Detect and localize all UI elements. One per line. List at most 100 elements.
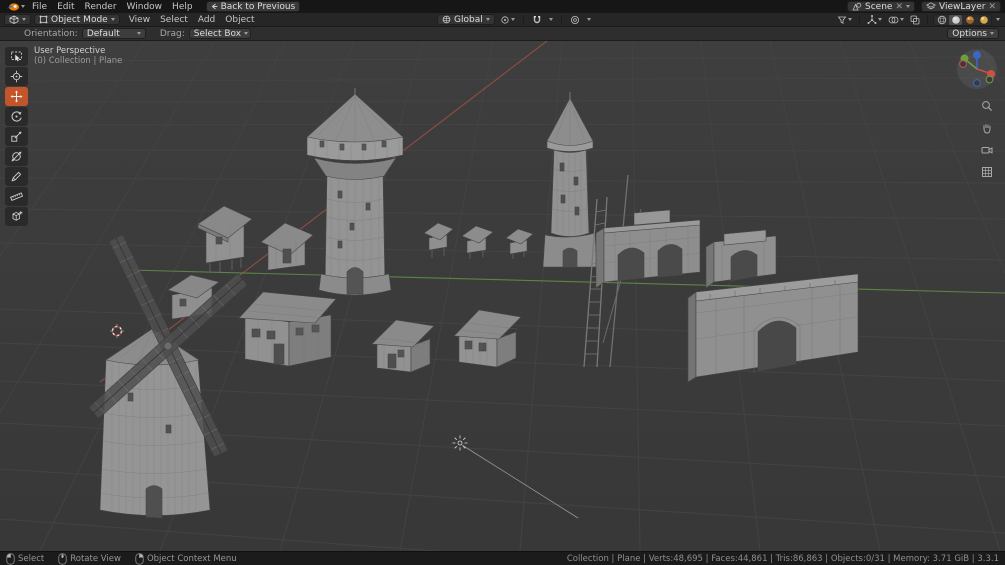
mode-dropdown[interactable]: Object Mode — [34, 14, 120, 25]
shading-material-button[interactable] — [963, 15, 976, 25]
menu-add[interactable]: Add — [193, 13, 220, 26]
tower-house-model[interactable] — [197, 205, 253, 273]
menu-help[interactable]: Help — [167, 0, 198, 13]
menu-select[interactable]: Select — [155, 13, 193, 26]
orientation-value: Default — [86, 28, 120, 39]
tool-select-box[interactable] — [5, 47, 28, 66]
editor-type-button[interactable] — [4, 14, 31, 25]
tool-scale[interactable] — [5, 127, 28, 146]
scale-tool-icon — [11, 131, 22, 142]
shading-solid-button[interactable] — [949, 14, 962, 25]
tool-add-cube[interactable] — [5, 207, 28, 226]
gizmo-icon — [867, 14, 877, 24]
back-to-previous-label: Back to Previous — [220, 1, 296, 12]
menu-view[interactable]: View — [124, 13, 155, 26]
proportional-editing-toggle[interactable] — [568, 14, 582, 26]
pivot-point-dropdown[interactable] — [498, 14, 517, 26]
menu-select-label: Select — [160, 14, 188, 25]
proportional-falloff-dropdown[interactable] — [585, 14, 593, 26]
viewlayer-unlink-icon[interactable]: ✕ — [988, 2, 996, 12]
hint-select-label: Select — [18, 553, 45, 564]
funnel-icon — [837, 16, 847, 24]
hut-model[interactable] — [260, 222, 314, 271]
cursor-tool-icon — [10, 70, 23, 83]
scene-statistics: Collection | Plane | Verts:48,695 | Face… — [566, 553, 999, 564]
shading-rendered-button[interactable] — [977, 15, 990, 25]
3d-viewport[interactable]: User Perspective (0) Collection | Plane — [0, 41, 1005, 551]
snap-settings-dropdown[interactable] — [547, 14, 555, 26]
solid-sphere-icon — [951, 15, 960, 24]
gate-wall-model[interactable] — [687, 273, 859, 383]
scene-icon — [852, 2, 862, 11]
long-house-model[interactable] — [238, 291, 337, 367]
xray-toggle[interactable] — [908, 14, 922, 26]
menu-file[interactable]: File — [27, 0, 52, 13]
snap-toggle[interactable] — [530, 14, 544, 26]
orientation-dropdown[interactable]: Default — [81, 28, 146, 39]
slim-tower-model[interactable] — [542, 92, 598, 268]
pan-control[interactable] — [978, 119, 996, 137]
blender-logo[interactable] — [4, 1, 27, 13]
show-overlays-toggle[interactable] — [886, 14, 906, 26]
hint-rotate-view-label: Rotate View — [70, 553, 121, 564]
round-tower-model[interactable] — [306, 88, 404, 296]
tool-settings-bar: Orientation: Default Drag: Select Box Op… — [0, 27, 1005, 41]
menu-object[interactable]: Object — [220, 13, 259, 26]
tool-annotate[interactable] — [5, 167, 28, 186]
options-dropdown[interactable]: Options — [947, 28, 999, 39]
back-to-previous-button[interactable]: Back to Previous — [205, 1, 301, 12]
transform-orientation-label: Global — [454, 14, 483, 25]
market-stall-2-model[interactable] — [461, 225, 494, 259]
3d-cursor — [110, 324, 124, 338]
viewport-editor-icon — [9, 15, 19, 24]
small-house-a-model[interactable] — [371, 319, 435, 373]
tool-cursor[interactable] — [5, 67, 28, 86]
menu-window-label: Window — [126, 1, 163, 12]
viewport-scene — [0, 41, 1005, 551]
zoom-control[interactable] — [978, 97, 996, 115]
viewlayer-selector[interactable]: ViewLayer ✕ — [921, 1, 1001, 12]
shading-settings-dropdown[interactable] — [994, 14, 1002, 26]
menu-edit[interactable]: Edit — [52, 0, 79, 13]
viewport-display-group — [835, 13, 1002, 26]
wireframe-sphere-icon — [937, 15, 946, 24]
options-label: Options — [952, 28, 987, 39]
navigation-gizmo[interactable] — [955, 47, 999, 91]
tool-transform[interactable] — [5, 147, 28, 166]
market-stall-3-model[interactable] — [505, 228, 534, 259]
show-gizmo-toggle[interactable] — [865, 14, 884, 26]
filter-dropdown[interactable] — [835, 14, 854, 26]
menu-window[interactable]: Window — [122, 0, 168, 13]
hand-icon — [983, 124, 991, 134]
tool-rotate[interactable] — [5, 107, 28, 126]
viewlayer-name: ViewLayer — [939, 1, 986, 12]
scene-name: Scene — [865, 1, 893, 12]
orientation-globe-icon — [442, 15, 451, 24]
scene-unlink-icon[interactable]: ✕ — [895, 2, 903, 12]
hint-select: Select — [6, 552, 45, 565]
market-stall-1-model[interactable] — [423, 222, 454, 258]
drag-dropdown[interactable]: Select Box — [188, 28, 251, 39]
orientation-label: Orientation: — [24, 28, 78, 39]
tool-move[interactable] — [5, 87, 28, 106]
transform-orientation-select[interactable]: Global — [437, 14, 495, 25]
viewlayer-icon — [926, 2, 936, 10]
shading-wireframe-button[interactable] — [935, 15, 948, 25]
mode-dropdown-label: Object Mode — [51, 14, 108, 25]
menu-edit-label: Edit — [57, 1, 75, 12]
camera-icon — [981, 147, 993, 154]
navigation-gizmo-icon — [957, 49, 997, 89]
proportional-editing-icon — [570, 15, 579, 24]
small-house-b-model[interactable] — [453, 309, 522, 368]
mouse-left-icon — [6, 552, 15, 565]
camera-view-control[interactable] — [978, 141, 996, 159]
double-arch-wall-model[interactable] — [595, 209, 701, 289]
menu-render[interactable]: Render — [80, 0, 122, 13]
windmill-model[interactable] — [89, 235, 248, 519]
ortho-toggle-control[interactable] — [978, 163, 996, 181]
menu-help-label: Help — [172, 1, 193, 12]
menu-add-label: Add — [197, 14, 216, 25]
tool-measure[interactable] — [5, 187, 28, 206]
scene-selector[interactable]: Scene ✕ — [847, 1, 915, 12]
arch-gate-model[interactable] — [705, 229, 777, 289]
